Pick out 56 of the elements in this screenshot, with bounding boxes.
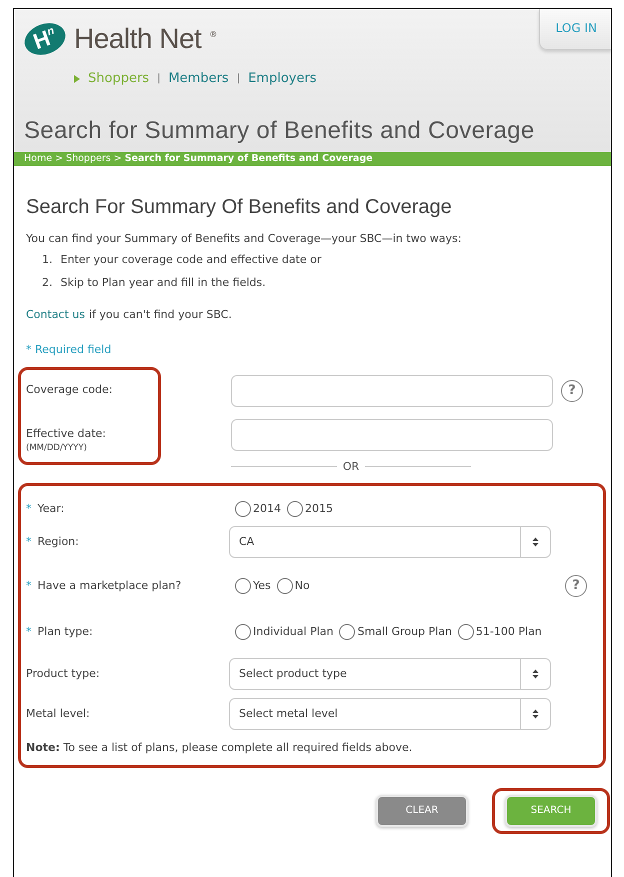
- logo-name: Health Net: [74, 23, 202, 55]
- step-number: 2.: [42, 274, 52, 290]
- radio-button[interactable]: [235, 501, 251, 517]
- format-hint: (MM/DD/YYYY): [26, 442, 88, 454]
- up-down-icon: [532, 537, 539, 547]
- text-field[interactable]: [231, 418, 553, 450]
- radio-label[interactable]: 2014: [253, 500, 281, 518]
- step-text: Enter your coverage code and effective date or: [60, 252, 322, 268]
- help-icon[interactable]: ?: [561, 380, 583, 402]
- select-field[interactable]: Select product type: [229, 658, 551, 690]
- field-label: Coverage code:: [26, 382, 114, 396]
- help-icon[interactable]: ?: [565, 575, 587, 597]
- radio-label[interactable]: 51-100 Plan: [476, 624, 542, 640]
- required-mark: *: [26, 534, 32, 550]
- radio-label[interactable]: Yes: [253, 578, 271, 594]
- step-number: 1.: [42, 252, 52, 268]
- caret-icon: [74, 74, 80, 83]
- required-mark: *: [26, 578, 32, 594]
- up-down-icon: [532, 709, 539, 719]
- up-down-icon: [532, 669, 539, 679]
- form-title: Search For Summary Of Benefits and Coverage: [26, 196, 453, 219]
- text-field[interactable]: [231, 374, 553, 406]
- audience-tab[interactable]: Employers: [248, 69, 317, 88]
- required-mark: *: [26, 624, 32, 640]
- field-label: Metal level:: [26, 706, 90, 722]
- nav-separator: |: [236, 72, 240, 86]
- radio-button[interactable]: [235, 578, 251, 594]
- radio-label[interactable]: Small Group Plan: [357, 624, 452, 640]
- field-label: Region:: [38, 534, 79, 550]
- required-mark: *: [26, 500, 32, 517]
- nav-separator: |: [157, 72, 160, 86]
- select-field[interactable]: CA: [229, 526, 551, 558]
- field-label: Plan type:: [38, 624, 93, 640]
- radio-button[interactable]: [276, 578, 293, 594]
- step-text: Skip to Plan year and fill in the fields.: [60, 274, 266, 290]
- intro-text: You can find your Summary of Benefits and Coverage—your SBC—in two ways:: [26, 231, 462, 246]
- radio-button[interactable]: [287, 501, 303, 517]
- contact-link[interactable]: Contact us: [26, 308, 85, 321]
- field-label: Product type:: [26, 666, 100, 682]
- radio-label[interactable]: No: [294, 578, 310, 594]
- field-label: Effective date:: [26, 426, 107, 440]
- page-title: Search for Summary of Benefits and Coverage: [24, 116, 536, 144]
- radio-button[interactable]: [458, 624, 474, 640]
- radio-label[interactable]: Individual Plan: [253, 624, 334, 640]
- contact-text: if you can't find your SBC.: [89, 308, 232, 321]
- audience-tab[interactable]: Members: [168, 69, 229, 88]
- radio-label[interactable]: 2015: [305, 500, 333, 518]
- note-text: Note: To see a list of plans, please complete all required fields above.: [26, 740, 414, 756]
- required-note: * Required field: [26, 342, 112, 358]
- or-divider-text: OR: [342, 458, 360, 474]
- radio-button[interactable]: [339, 624, 356, 640]
- field-label: Year:: [38, 500, 64, 517]
- trademark-mark: ®: [209, 29, 218, 41]
- select-field[interactable]: Select metal level: [229, 698, 551, 730]
- radio-button[interactable]: [235, 624, 251, 640]
- field-label: Have a marketplace plan?: [38, 578, 182, 594]
